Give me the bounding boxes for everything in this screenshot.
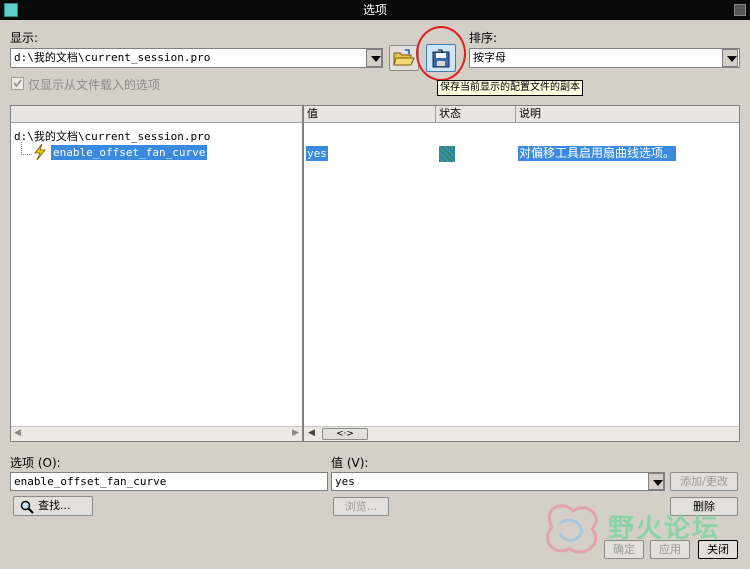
browse-button[interactable]: 浏览... (333, 497, 389, 516)
display-file-value: d:\我的文档\current_session.pro (14, 51, 211, 64)
value-combo-value: yes (335, 475, 355, 488)
forum-logo-icon (546, 504, 598, 554)
save-tooltip: 保存当前显示的配置文件的副本 (437, 80, 583, 96)
find-button[interactable]: 查找... (13, 496, 93, 516)
value-combo[interactable]: yes (331, 472, 665, 491)
lightning-icon (34, 144, 46, 160)
tree-item-enable-offset-fan-curve[interactable]: enable_offset_fan_curve (51, 145, 208, 160)
tree-hscroll[interactable]: ◀ ▶ (11, 426, 302, 441)
tree-root-item[interactable]: d:\我的文档\current_session.pro (14, 128, 210, 144)
open-config-button[interactable] (389, 45, 419, 71)
row-description[interactable]: 对偏移工具启用扇曲线选项。 (518, 146, 677, 161)
sort-combo[interactable]: 按字母 (469, 48, 740, 68)
option-label: 选项 (O): (10, 456, 61, 470)
tree-connector (21, 142, 32, 155)
table-scroll-thumb[interactable]: <·> (322, 428, 368, 440)
value-combo-dropdown-button[interactable] (648, 473, 664, 490)
table-scroll-left-icon[interactable]: ◀ (308, 428, 315, 438)
close-window-icon[interactable] (734, 4, 746, 16)
ok-button[interactable]: 确定 (604, 540, 644, 559)
sort-label: 排序: (469, 31, 498, 45)
option-tree-panel: d:\我的文档\current_session.pro enable_offse… (10, 105, 303, 442)
option-table-panel: 值 状态 说明 yes 对偏移工具启用扇曲线选项。 ◀ <·> (303, 105, 740, 442)
add-change-button[interactable]: 添加/更改 (670, 472, 738, 491)
sort-combo-dropdown-button[interactable] (722, 49, 738, 67)
close-button[interactable]: 关闭 (698, 540, 738, 559)
title-bar: 选项 (0, 0, 750, 20)
scroll-right-arrow-icon[interactable]: ▶ (292, 428, 299, 438)
tree-header (11, 106, 302, 123)
highlight-circle (416, 26, 466, 81)
column-status[interactable]: 状态 (436, 106, 516, 123)
display-file-combo[interactable]: d:\我的文档\current_session.pro (10, 48, 383, 68)
scroll-left-arrow-icon[interactable]: ◀ (14, 428, 21, 438)
apply-button[interactable]: 应用 (650, 540, 690, 559)
folder-open-icon (393, 49, 415, 66)
search-icon (20, 500, 34, 514)
checkmark-icon (13, 79, 22, 88)
status-icon (439, 146, 455, 162)
sort-value: 按字母 (473, 51, 506, 64)
app-icon (4, 3, 18, 17)
option-input[interactable]: enable_offset_fan_curve (10, 472, 328, 491)
value-label: 值 (V): (331, 456, 369, 470)
show-loaded-only-checkbox[interactable] (11, 77, 24, 90)
row-value[interactable]: yes (306, 146, 328, 161)
column-description[interactable]: 说明 (516, 106, 739, 123)
show-loaded-only-label: 仅显示从文件载入的选项 (28, 78, 161, 92)
find-button-label: 查找... (38, 499, 71, 512)
table-hscroll[interactable]: ◀ <·> (304, 426, 739, 441)
display-combo-dropdown-button[interactable] (366, 49, 382, 67)
display-label: 显示: (10, 31, 39, 45)
window-title: 选项 (362, 3, 387, 17)
option-input-value: enable_offset_fan_curve (14, 475, 167, 488)
column-value[interactable]: 值 (304, 106, 436, 123)
